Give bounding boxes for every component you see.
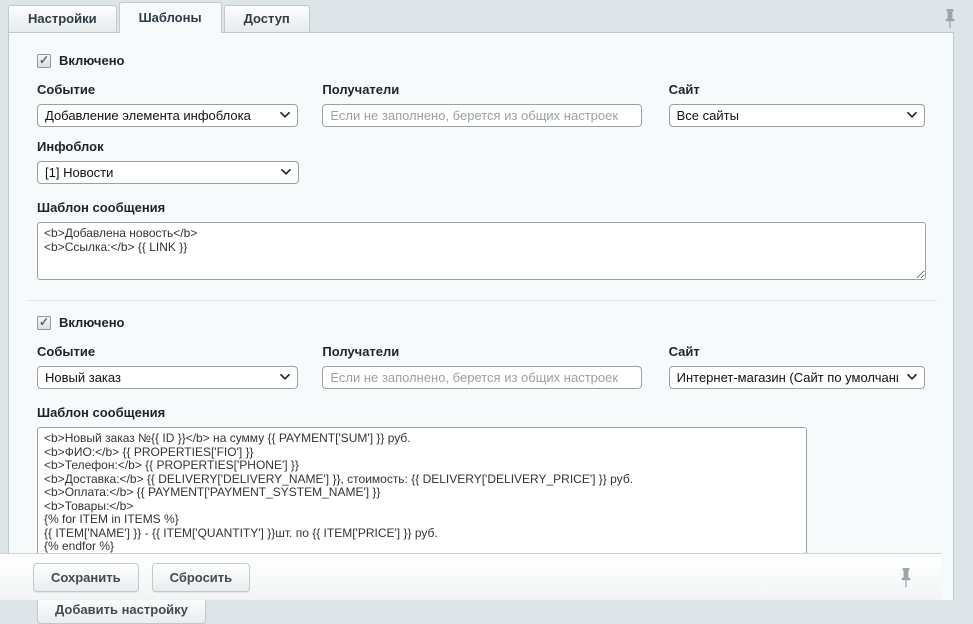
template-setting-block: Включено Событие Новый заказ Получатели	[37, 315, 925, 562]
enabled-checkbox[interactable]	[37, 316, 51, 330]
recipients-input[interactable]	[322, 366, 641, 389]
recipients-label: Получатели	[322, 82, 641, 97]
site-select[interactable]: Все сайты	[669, 104, 925, 127]
enabled-label: Включено	[59, 315, 125, 330]
tab-settings[interactable]: Настройки	[8, 5, 117, 32]
event-label: Событие	[37, 344, 298, 359]
enabled-label: Включено	[59, 53, 125, 68]
footer-bar: Сохранить Сбросить	[0, 553, 941, 600]
save-button[interactable]: Сохранить	[33, 563, 139, 592]
message-template-textarea[interactable]: <b>Добавлена новость</b> <b>Ссылка:</b> …	[37, 222, 926, 280]
tabs: Настройки Шаблоны Доступ	[0, 0, 973, 32]
enabled-checkbox[interactable]	[37, 54, 51, 68]
message-template-label: Шаблон сообщения	[37, 405, 925, 420]
message-template-label: Шаблон сообщения	[37, 200, 925, 215]
infoblock-select[interactable]: [1] Новости	[37, 161, 299, 184]
pin-icon[interactable]	[943, 9, 957, 29]
site-label: Сайт	[669, 82, 925, 97]
tab-bar: Настройки Шаблоны Доступ	[0, 0, 973, 32]
recipients-input[interactable]	[322, 104, 641, 127]
template-setting-block: Включено Событие Добавление элемента инф…	[37, 53, 925, 280]
message-template-textarea[interactable]: <b>Новый заказ №{{ ID }}</b> на сумму {{…	[37, 427, 807, 562]
pin-icon[interactable]	[899, 568, 913, 588]
site-select[interactable]: Интернет-магазин (Сайт по умолчанию)	[669, 366, 925, 389]
templates-tab-panel: Включено Событие Добавление элемента инф…	[8, 32, 954, 600]
event-select[interactable]: Добавление элемента инфоблока	[37, 104, 298, 127]
recipients-label: Получатели	[322, 344, 641, 359]
event-select[interactable]: Новый заказ	[37, 366, 298, 389]
infoblock-label: Инфоблок	[37, 139, 299, 154]
tab-templates[interactable]: Шаблоны	[119, 2, 222, 33]
settings-page: { "tabs": [ { "label": "Настройки", "act…	[0, 0, 973, 600]
site-label: Сайт	[669, 344, 925, 359]
section-divider	[27, 300, 937, 301]
event-label: Событие	[37, 82, 298, 97]
tab-access[interactable]: Доступ	[224, 5, 310, 32]
reset-button[interactable]: Сбросить	[152, 563, 251, 592]
